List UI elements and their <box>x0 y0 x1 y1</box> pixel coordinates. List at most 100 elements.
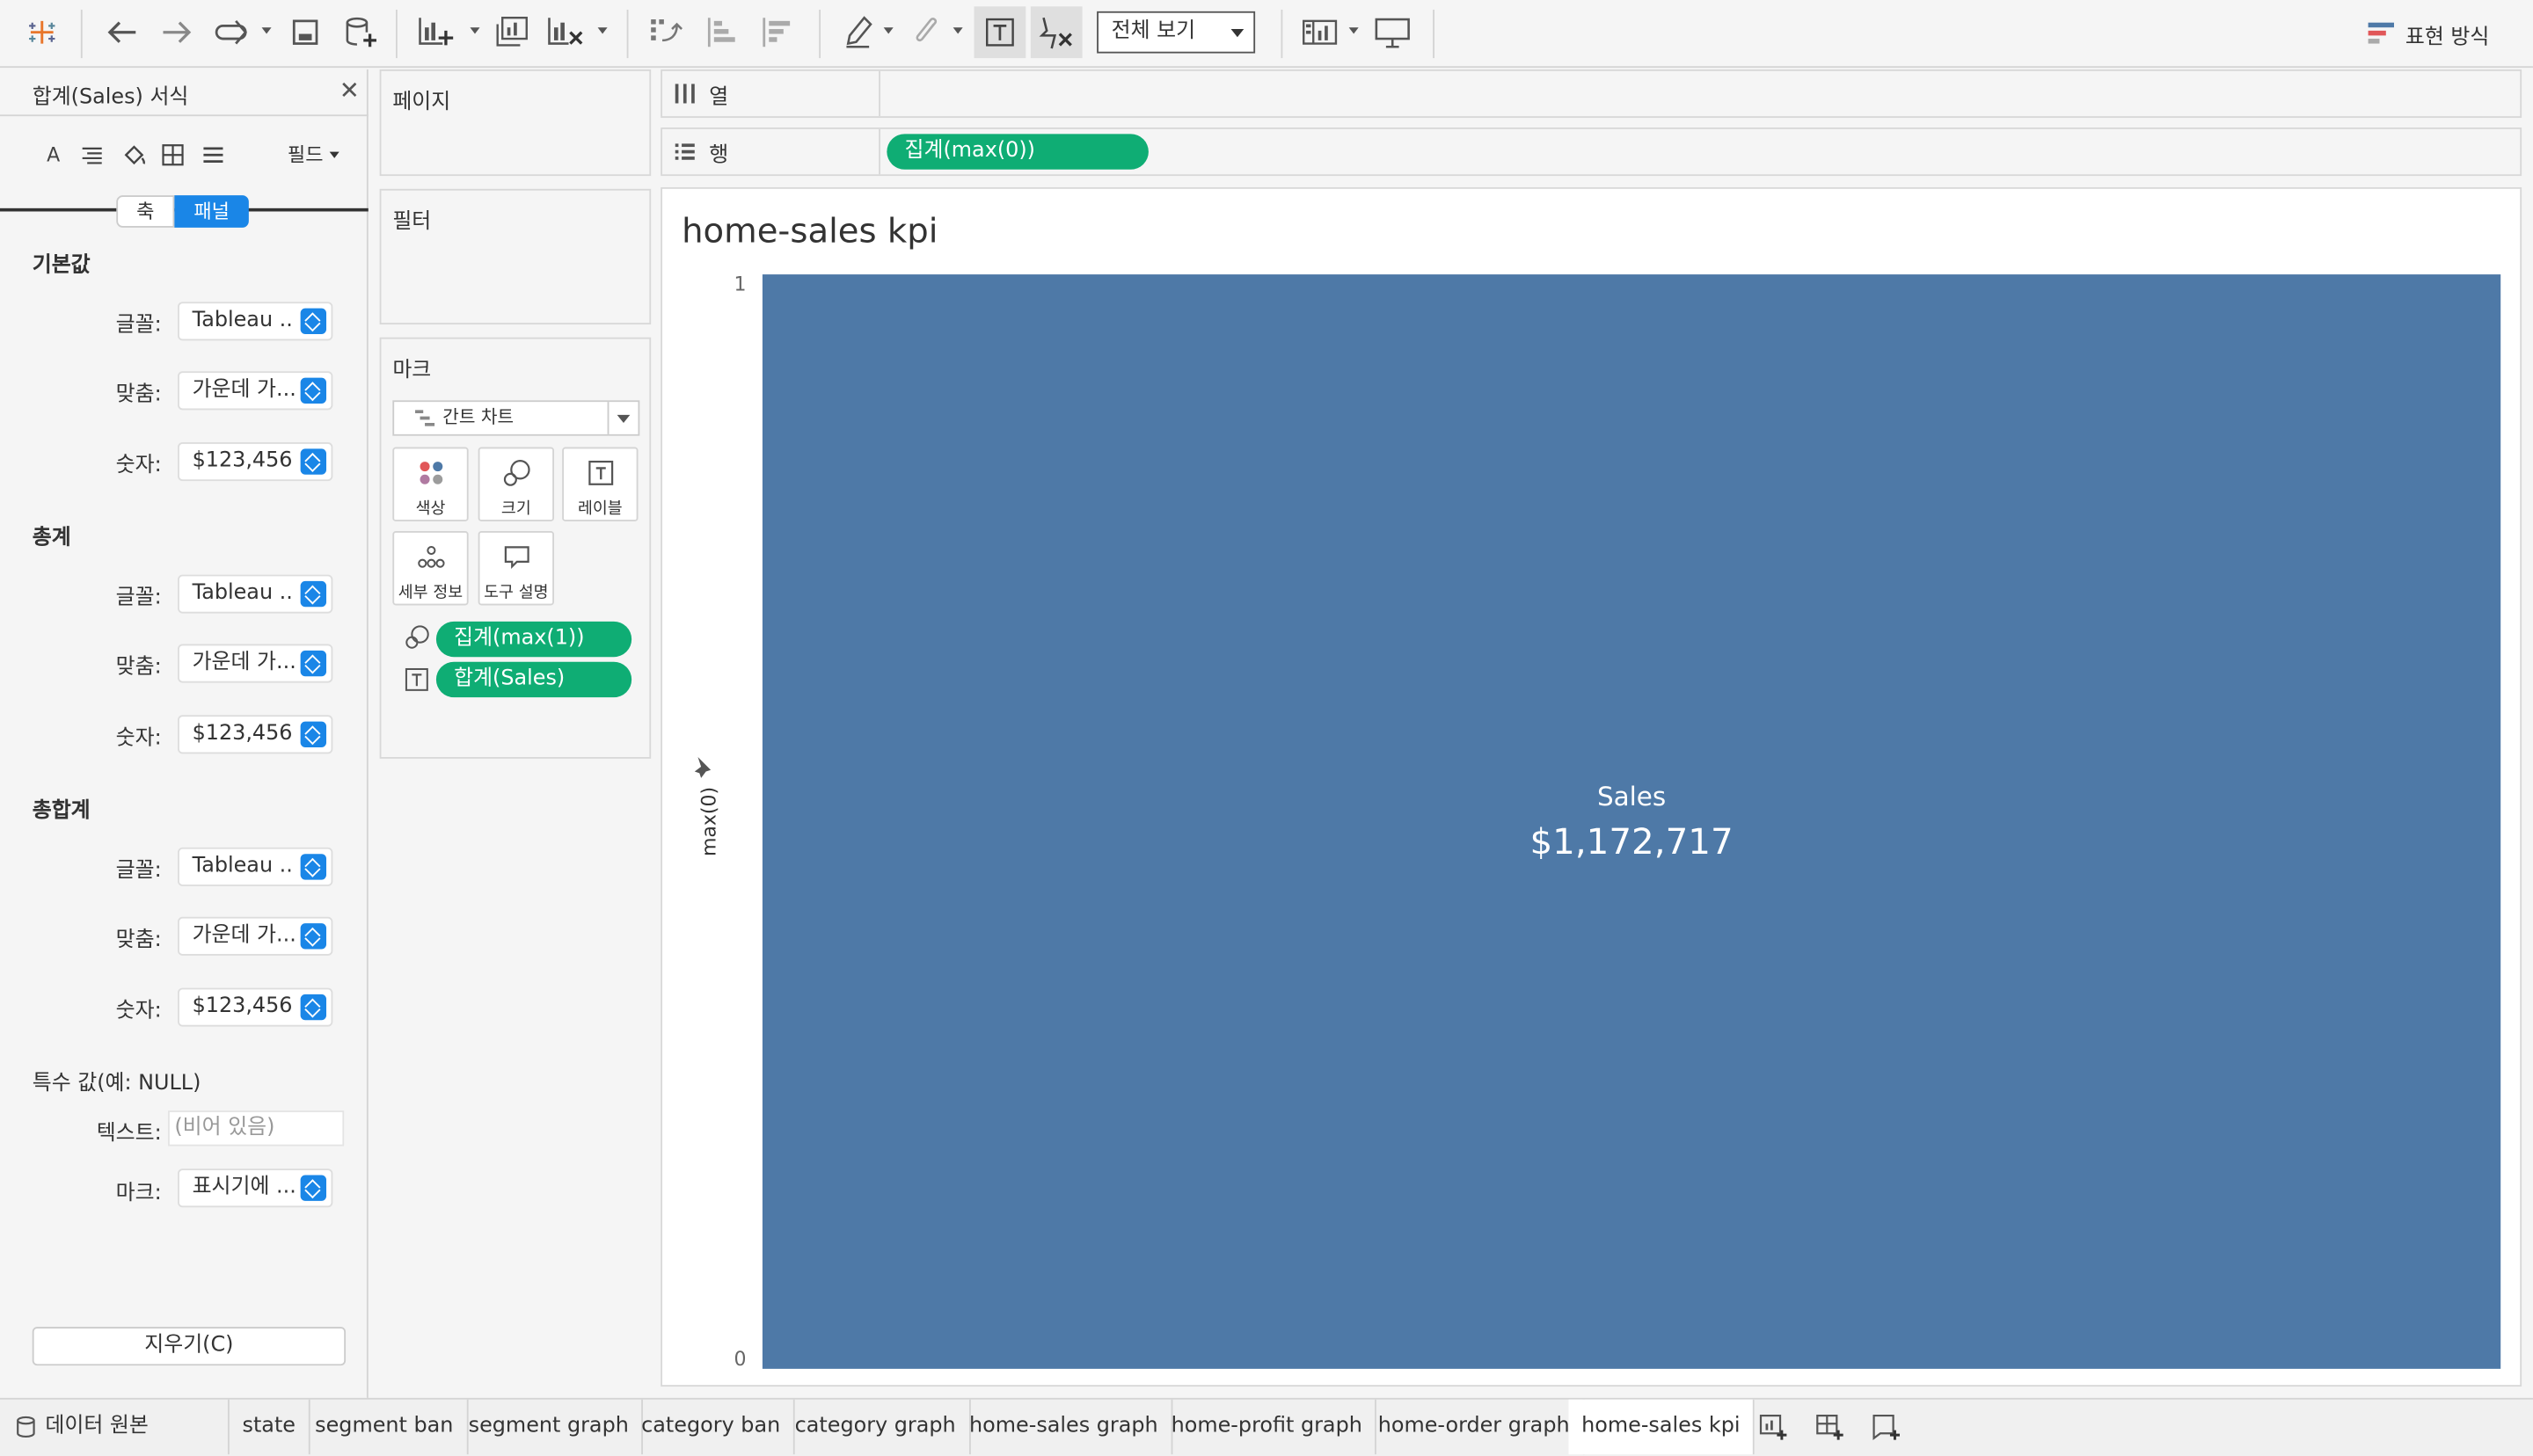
label-field-pill[interactable]: 합계(Sales) <box>435 661 632 698</box>
text-label: 텍스트: <box>96 1121 162 1147</box>
format-shading-icon[interactable] <box>120 141 149 170</box>
sort-ascending-icon[interactable] <box>703 13 741 52</box>
format-font-icon[interactable]: A <box>39 141 68 170</box>
fields-dropdown[interactable]: 필드 <box>288 141 339 168</box>
gantt-icon <box>415 410 435 426</box>
clear-button[interactable]: 지우기(C) <box>32 1327 347 1366</box>
format-alignment-icon[interactable] <box>77 141 106 170</box>
fields-caret-icon <box>329 150 339 158</box>
select-value: 가운데 가... <box>192 377 296 403</box>
pages-shelf[interactable]: 페이지 <box>379 69 652 177</box>
highlight-dropdown-icon[interactable] <box>883 27 894 34</box>
rows-icon <box>675 143 695 160</box>
group-dropdown-icon[interactable] <box>953 27 963 34</box>
mark-type-dropdown-icon <box>607 402 639 434</box>
stepper-icon <box>300 580 327 608</box>
y-axis-tick-1: 1 <box>734 273 747 295</box>
group-members-icon[interactable] <box>908 13 946 52</box>
show-cards-icon[interactable] <box>1301 13 1339 52</box>
sheet-tab-segment-graph[interactable]: segment graph <box>456 1399 644 1455</box>
label-icon <box>405 667 428 691</box>
totals-alignment-select[interactable]: 가운데 가... <box>178 644 333 683</box>
new-worksheet-icon[interactable] <box>417 13 456 52</box>
mark-label: 마크: <box>115 1181 162 1206</box>
data-source-tab[interactable]: 데이터 원본 <box>0 1399 230 1455</box>
sheet-tab-home-sales-kpi[interactable]: home-sales kpi <box>1568 1399 1756 1455</box>
stepper-icon <box>300 721 327 748</box>
special-text-input[interactable]: (비어 있음) <box>168 1110 345 1147</box>
size-button[interactable]: 크기 <box>478 447 554 521</box>
default-alignment-select[interactable]: 가운데 가... <box>178 371 333 411</box>
grand-totals-number-select[interactable]: $123,456 <box>178 987 333 1027</box>
rows-shelf[interactable]: 행 집계(max(0)) <box>661 127 2522 177</box>
alignment-label: 맞춤: <box>115 928 162 953</box>
tableau-logo-icon[interactable] <box>23 13 62 52</box>
select-value: $123,456 <box>192 448 293 473</box>
default-number-select[interactable]: $123,456 <box>178 442 333 482</box>
undo-icon[interactable] <box>102 13 141 52</box>
label-label: 레이블 <box>577 500 623 519</box>
size-field-pill[interactable]: 집계(max(1)) <box>435 621 632 658</box>
new-worksheet-tab-icon[interactable] <box>1759 1412 1788 1441</box>
stepper-icon <box>300 1175 327 1201</box>
format-pane: 합계(Sales) 서식 ✕ A 필드 축 패널 기본값 글꼴: Tableau… <box>0 69 369 1398</box>
sheet-tab-category-ban[interactable]: category ban <box>628 1399 795 1455</box>
tab-pane[interactable]: 패널 <box>174 195 249 228</box>
section-title-grand-totals: 총합계 <box>32 798 91 824</box>
label-button[interactable]: 레이블 <box>562 447 639 521</box>
sheet-tab-home-sales-graph[interactable]: home-sales graph <box>956 1399 1173 1455</box>
columns-shelf[interactable]: 열 <box>661 69 2522 119</box>
save-icon[interactable] <box>286 13 325 52</box>
sheet-tab-state[interactable]: state <box>230 1399 310 1455</box>
show-me-icon <box>2368 22 2394 44</box>
new-dashboard-tab-icon[interactable] <box>1815 1412 1844 1441</box>
alignment-label: 맞춤: <box>115 655 162 680</box>
sort-descending-icon[interactable] <box>757 13 796 52</box>
special-mark-select[interactable]: 표시기에 ... <box>178 1168 333 1208</box>
swap-rows-columns-icon[interactable] <box>646 13 685 52</box>
show-cards-dropdown-icon[interactable] <box>1348 27 1359 34</box>
color-button[interactable]: 색상 <box>392 447 469 521</box>
detail-button[interactable]: 세부 정보 <box>392 531 469 606</box>
new-story-tab-icon[interactable] <box>1872 1412 1902 1441</box>
select-value: 표시기에 ... <box>192 1175 296 1200</box>
fix-axes-icon[interactable] <box>1030 6 1083 59</box>
sheet-tab-home-profit-graph[interactable]: home-profit graph <box>1158 1399 1377 1455</box>
duplicate-sheet-icon[interactable] <box>493 13 531 52</box>
grand-totals-font-select[interactable]: Tableau .. <box>178 847 333 886</box>
grand-totals-alignment-select[interactable]: 가운데 가... <box>178 916 333 956</box>
tab-axis[interactable]: 축 <box>116 195 175 228</box>
default-font-select[interactable]: Tableau .. <box>178 302 333 341</box>
size-icon <box>405 625 429 649</box>
show-me-button[interactable]: 표현 방식 <box>2367 18 2489 50</box>
marks-title: 마크 <box>392 358 432 383</box>
replay-animation-icon[interactable] <box>213 13 252 52</box>
new-worksheet-dropdown-icon[interactable] <box>470 27 480 34</box>
columns-icon <box>675 84 695 104</box>
rows-field-pill[interactable]: 집계(max(0)) <box>887 134 1149 170</box>
format-lines-icon[interactable] <box>199 141 228 170</box>
replay-dropdown-icon[interactable] <box>261 27 272 34</box>
totals-font-select[interactable]: Tableau .. <box>178 574 333 614</box>
format-borders-icon[interactable] <box>158 141 187 170</box>
filters-shelf[interactable]: 필터 <box>379 188 652 325</box>
clear-sheet-icon[interactable] <box>546 13 585 52</box>
sheet-tab-segment-ban[interactable]: segment ban <box>302 1399 468 1455</box>
presentation-mode-icon[interactable] <box>1373 13 1412 52</box>
select-value: $123,456 <box>192 994 293 1019</box>
show-mark-labels-icon[interactable] <box>974 6 1026 59</box>
clear-sheet-dropdown-icon[interactable] <box>597 27 608 34</box>
new-data-source-icon[interactable] <box>342 13 381 52</box>
mark-type-select[interactable]: 간트 차트 <box>392 400 640 436</box>
close-icon[interactable]: ✕ <box>339 76 360 105</box>
select-value: Tableau .. <box>192 308 293 333</box>
totals-number-select[interactable]: $123,456 <box>178 715 333 754</box>
view-size-select[interactable]: 전체 보기 <box>1097 11 1256 54</box>
sheet-tab-category-graph[interactable]: category graph <box>782 1399 971 1455</box>
redo-icon[interactable] <box>158 13 197 52</box>
sheet-tab-home-order-graph[interactable]: home-order graph <box>1365 1399 1585 1455</box>
highlight-icon[interactable] <box>840 13 879 52</box>
data-source-label: 데이터 원본 <box>45 1414 149 1438</box>
pin-icon[interactable] <box>694 757 712 778</box>
tooltip-button[interactable]: 도구 설명 <box>478 531 554 606</box>
